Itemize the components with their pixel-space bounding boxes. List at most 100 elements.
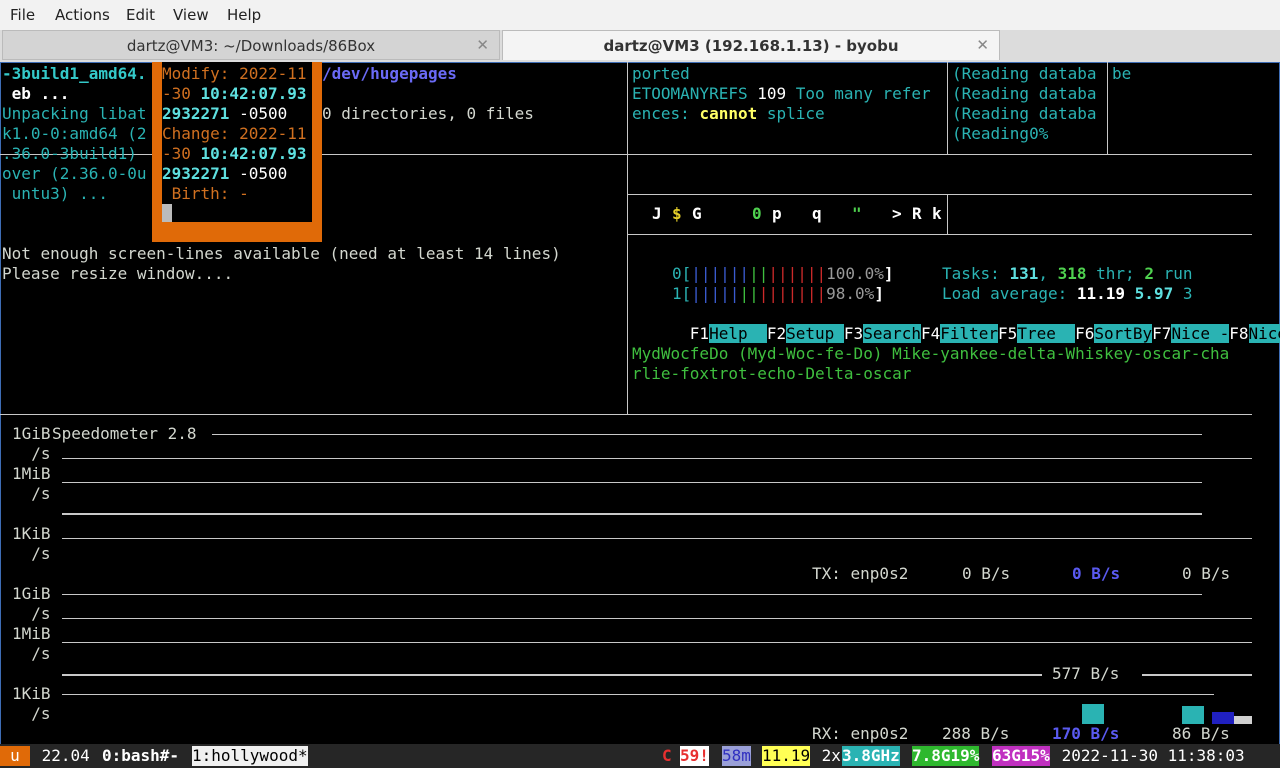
threads-count: 318 bbox=[1057, 264, 1087, 283]
fkey-filter[interactable]: Filter bbox=[940, 324, 999, 343]
running-count: 2 bbox=[1144, 264, 1154, 283]
byobu-status-bar: u 22.04 0:bash#- 1:hollywood* C 59! 58m … bbox=[0, 744, 1280, 768]
menu-view[interactable]: View bbox=[173, 6, 209, 24]
cpu-bracket: ] bbox=[874, 284, 884, 303]
cpu-bracket: ] bbox=[883, 264, 894, 283]
cpu-percent: 98.0% bbox=[826, 284, 875, 303]
graph-gridline bbox=[62, 674, 1042, 676]
fkey-number: F7 bbox=[1152, 324, 1172, 343]
fkey-tree[interactable]: Tree bbox=[1017, 324, 1076, 343]
reading-line: (Reading databa bbox=[952, 84, 1097, 103]
stat-change: Change: 2022-11 bbox=[162, 124, 307, 143]
fkey-search[interactable]: Search bbox=[863, 324, 921, 343]
stat-tz: -0500 bbox=[229, 104, 288, 123]
menu-file[interactable]: File bbox=[10, 6, 35, 24]
fkey-number: F2 bbox=[766, 324, 787, 343]
stat-frac: 2932271 bbox=[162, 164, 230, 183]
install-line: .36.0-3build1) bbox=[2, 144, 137, 163]
tree-path: /dev/hugepages bbox=[322, 64, 457, 83]
menu-help[interactable]: Help bbox=[227, 6, 261, 24]
stat-frac: 2932271 bbox=[162, 104, 230, 123]
cpu0-meter: 0[||||||||||||||100.0%] bbox=[672, 264, 894, 283]
tasks-count: 131 bbox=[1009, 264, 1039, 283]
speed-scale: /s bbox=[12, 544, 51, 563]
rx-scale-mark: 577 B/s bbox=[1052, 664, 1120, 683]
menu-edit[interactable]: Edit bbox=[126, 6, 155, 24]
error-code: ETOOMANYREFS bbox=[632, 84, 748, 103]
menu-actions[interactable]: Actions bbox=[55, 6, 110, 24]
reading-line: (Reading databa bbox=[952, 104, 1097, 123]
window-tab-0[interactable]: 0:bash#- bbox=[102, 746, 179, 766]
fkey-help[interactable]: Help bbox=[709, 324, 767, 343]
tab-86box[interactable]: dartz@VM3: ~/Downloads/86Box ✕ bbox=[2, 30, 500, 60]
stat-time: 10:42:07.93 bbox=[200, 144, 307, 163]
rx-value: 288 B/s bbox=[942, 724, 1010, 743]
stat-tz: -0500 bbox=[229, 164, 288, 183]
graph-gridline bbox=[1142, 674, 1252, 676]
stat-modify: Modify: 2022-11 bbox=[162, 64, 307, 83]
reading-side: be bbox=[1112, 64, 1132, 83]
phonetic-line: MydWocfeDo (Myd-Woc-fe-Do) Mike-yankee-d… bbox=[632, 344, 1230, 363]
key-letter: q bbox=[812, 204, 822, 223]
close-icon[interactable]: ✕ bbox=[976, 36, 989, 54]
fkey-number: F1 bbox=[689, 324, 710, 343]
fkey-nice-plus[interactable]: Nice bbox=[1248, 324, 1280, 343]
load-average: 11.19 bbox=[762, 746, 811, 766]
rx-value: 170 B/s bbox=[1052, 724, 1120, 743]
key-letter: p bbox=[772, 204, 782, 223]
close-icon[interactable]: ✕ bbox=[476, 36, 489, 54]
install-line: Unpacking libat bbox=[2, 104, 147, 123]
fkey-setup[interactable]: Setup bbox=[786, 324, 844, 343]
fkey-sortby[interactable]: SortBy bbox=[1094, 324, 1153, 343]
load1: 11.19 bbox=[1076, 284, 1126, 303]
install-line: over (2.36.0-0u bbox=[2, 164, 147, 183]
key-letter: $ bbox=[672, 204, 682, 223]
fkey-nice-minus[interactable]: Nice - bbox=[1171, 324, 1230, 343]
graph-gridline bbox=[62, 538, 1252, 539]
cpu-count: 2x bbox=[812, 746, 841, 765]
pane-divider bbox=[628, 154, 1252, 155]
key-letter: G bbox=[692, 204, 702, 223]
reading-line: (Reading databa bbox=[952, 64, 1097, 83]
tab-label: dartz@VM3 (192.168.1.13) - byobu bbox=[603, 37, 899, 55]
cpu-label: 0[ bbox=[672, 264, 692, 283]
window-tab-1[interactable]: 1:hollywood* bbox=[192, 746, 308, 766]
date-time: 2022-11-30 11:38:03 bbox=[1052, 746, 1245, 765]
stat-birth: Birth: - bbox=[162, 184, 249, 203]
running-label: run bbox=[1153, 264, 1193, 283]
resize-message: Please resize window.... bbox=[2, 264, 234, 283]
tab-bar: dartz@VM3: ~/Downloads/86Box ✕ dartz@VM3… bbox=[0, 30, 1280, 62]
stat-modify-frac-line: 2932271 -0500 bbox=[162, 104, 287, 124]
stat-change-frac-line: 2932271 -0500 bbox=[162, 164, 287, 184]
speed-scale: 1KiB bbox=[12, 524, 51, 543]
stat-date-tail: -30 bbox=[162, 144, 201, 163]
tab-byobu[interactable]: dartz@VM3 (192.168.1.13) - byobu ✕ bbox=[502, 30, 1000, 60]
pane-divider bbox=[947, 194, 948, 234]
reading-line: (Reading0% bbox=[952, 124, 1049, 143]
pane-divider bbox=[947, 62, 948, 154]
stat-date-tail: -30 bbox=[162, 84, 201, 103]
pane-divider bbox=[1107, 62, 1108, 154]
cpu-percent: 100.0% bbox=[826, 264, 884, 283]
cpu1-meter: 1[||||||||||||||98.0%] bbox=[672, 284, 884, 303]
stat-change-time-line: -30 10:42:07.93 bbox=[162, 144, 307, 164]
release-version: 22.04 bbox=[32, 746, 100, 765]
graph-gridline bbox=[62, 694, 1214, 695]
rx-graph-bar bbox=[1212, 712, 1234, 724]
graph-gridline bbox=[62, 513, 1202, 515]
graph-gridline bbox=[62, 458, 1252, 459]
tx-label: TX: enp0s2 bbox=[812, 564, 909, 583]
terminal-area[interactable]: -3build1_amd64. eb ... Unpacking libat k… bbox=[0, 62, 1280, 768]
graph-gridline bbox=[62, 642, 1252, 643]
tx-value: 0 B/s bbox=[1072, 564, 1121, 583]
text-cursor bbox=[162, 204, 172, 222]
tx-value: 0 B/s bbox=[962, 564, 1011, 583]
install-line: untu3) ... bbox=[2, 184, 108, 203]
speed-scale: /s bbox=[12, 604, 51, 623]
rx-graph-bar bbox=[1234, 716, 1252, 724]
menu-bar: File Actions Edit View Help bbox=[0, 0, 1280, 30]
key-letter: R bbox=[912, 204, 922, 223]
speed-scale: 1MiB bbox=[12, 464, 51, 483]
htop-load: Load average: 11.19 5.97 3 bbox=[942, 284, 1192, 304]
resize-message: Not enough screen-lines available (need … bbox=[2, 244, 561, 263]
